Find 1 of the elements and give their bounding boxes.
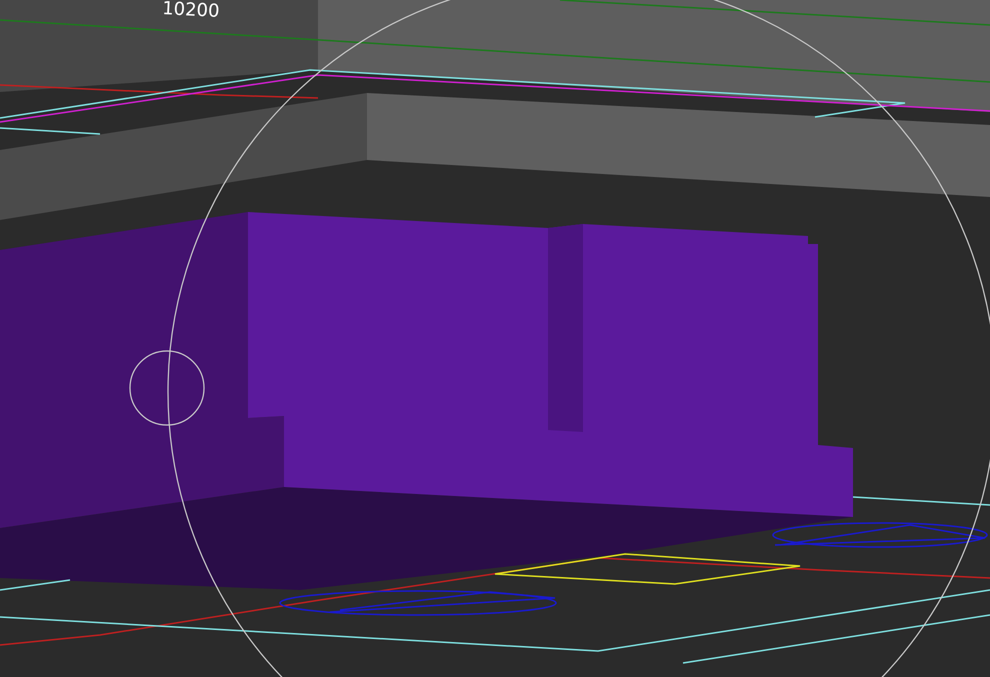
dimension-label: 10200 bbox=[162, 0, 220, 22]
